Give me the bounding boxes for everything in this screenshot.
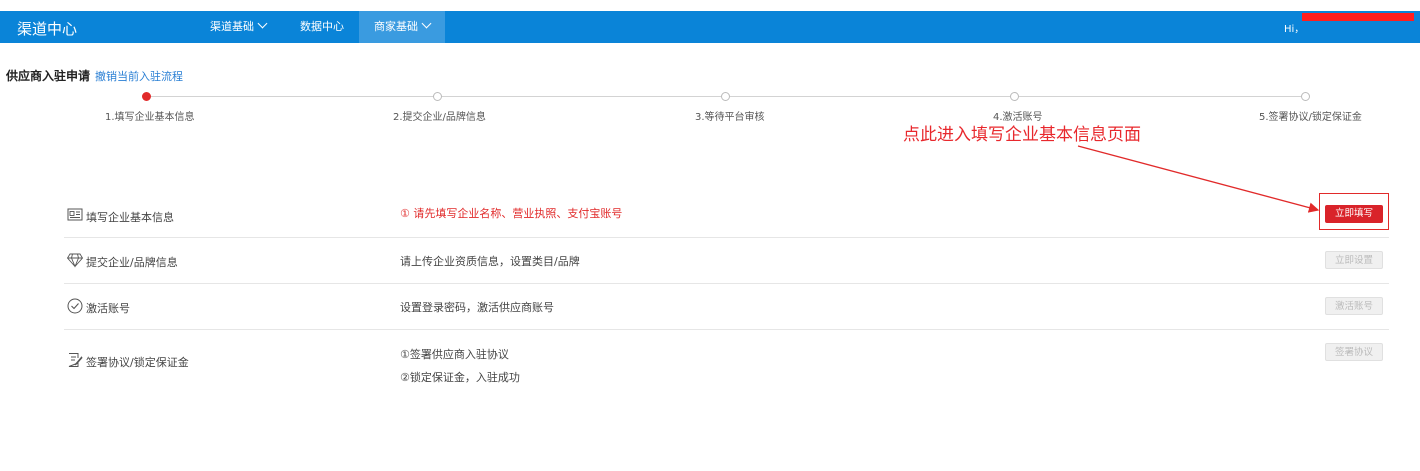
- sign-agreement-button[interactable]: 签署协议: [1325, 343, 1383, 361]
- task-row: 填写企业基本信息 ① 请先填写企业名称、营业执照、支付宝账号 立即填写: [64, 193, 1389, 238]
- task-row: 提交企业/品牌信息 请上传企业资质信息，设置类目/品牌 立即设置: [64, 238, 1389, 284]
- task-row: 签署协议/锁定保证金 ①签署供应商入驻协议 ②锁定保证金，入驻成功 签署协议: [64, 330, 1389, 390]
- task-description: 请上传企业资质信息，设置类目/品牌: [400, 255, 580, 268]
- check-circle-icon: [67, 298, 83, 314]
- id-card-icon: [67, 208, 83, 221]
- task-name: 提交企业/品牌信息: [86, 256, 178, 269]
- task-description: ②锁定保证金，入驻成功: [400, 371, 520, 384]
- set-now-button[interactable]: 立即设置: [1325, 251, 1383, 269]
- diamond-icon: [67, 253, 83, 268]
- task-warning: ① 请先填写企业名称、营业执照、支付宝账号: [400, 207, 623, 220]
- task-description: ①签署供应商入驻协议: [400, 348, 509, 361]
- task-name: 填写企业基本信息: [86, 211, 174, 224]
- task-description: 设置登录密码，激活供应商账号: [400, 301, 554, 314]
- activate-account-button[interactable]: 激活账号: [1325, 297, 1383, 315]
- fill-now-button[interactable]: 立即填写: [1325, 205, 1383, 223]
- task-row: 激活账号 设置登录密码，激活供应商账号 激活账号: [64, 284, 1389, 330]
- task-name: 激活账号: [86, 302, 130, 315]
- task-name: 签署协议/锁定保证金: [86, 356, 189, 369]
- sign-document-icon: [68, 353, 83, 367]
